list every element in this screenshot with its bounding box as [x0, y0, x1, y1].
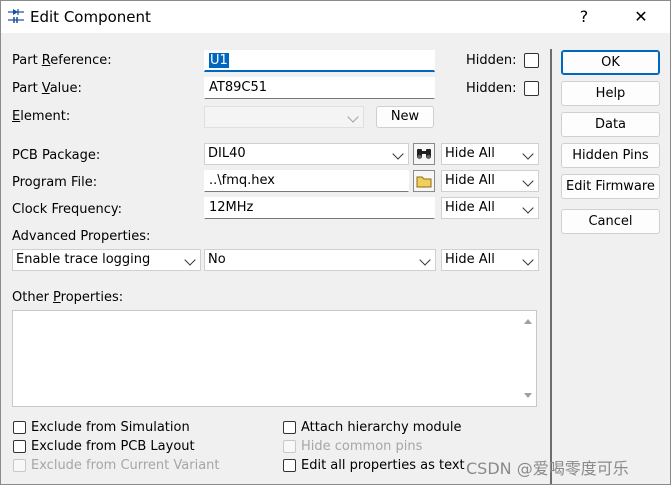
chevron-down-icon [392, 148, 404, 160]
element-label: Element: [12, 109, 71, 124]
chevron-down-icon [522, 148, 534, 160]
program-file-visibility-select[interactable]: Hide All [441, 170, 539, 192]
help-title-button[interactable]: ? [564, 4, 604, 30]
folder-icon[interactable] [413, 170, 435, 192]
other-properties-textarea[interactable] [12, 310, 537, 407]
attach-hierarchy-label: Attach hierarchy module [301, 420, 462, 435]
part-reference-hidden-checkbox[interactable] [524, 53, 539, 68]
vertical-divider [550, 49, 552, 484]
watermark-text: CSDN @爱喝零度可乐 [466, 459, 629, 478]
scroll-up-icon[interactable] [524, 319, 532, 324]
part-value-input[interactable]: AT89C51 [204, 77, 435, 99]
program-file-label: Program File: [12, 175, 98, 190]
scroll-down-icon[interactable] [524, 393, 532, 398]
help-button[interactable]: Help [561, 81, 660, 106]
program-file-input[interactable]: ..\fmq.hex [204, 170, 409, 192]
exclude-simulation-label: Exclude from Simulation [31, 420, 190, 435]
advanced-properties-label: Advanced Properties: [12, 229, 151, 244]
clock-frequency-visibility-select[interactable]: Hide All [441, 197, 539, 219]
hide-common-pins-checkbox[interactable] [283, 440, 296, 453]
edit-component-dialog: Edit Component ? ✕ Part Reference: U1 Hi… [0, 0, 671, 485]
other-properties-label: Other Properties: [12, 290, 124, 305]
edit-all-text-label: Edit all properties as text [301, 458, 465, 473]
hide-common-pins-label: Hide common pins [301, 439, 423, 454]
part-value-label: Part Value: [12, 81, 82, 96]
element-select[interactable] [204, 106, 364, 128]
hidden-pins-button[interactable]: Hidden Pins [561, 143, 660, 168]
edit-firmware-button[interactable]: Edit Firmware [561, 174, 660, 199]
chevron-down-icon [184, 254, 196, 266]
new-element-button[interactable]: New [376, 106, 434, 128]
data-button[interactable]: Data [561, 112, 660, 137]
pcb-package-select[interactable]: DIL40 [204, 143, 409, 165]
chevron-down-icon [522, 175, 534, 187]
window-title: Edit Component [30, 8, 151, 26]
part-reference-input[interactable]: U1 [204, 50, 435, 72]
binoculars-icon[interactable] [413, 143, 435, 165]
part-value-hidden-label: Hidden: [466, 81, 517, 96]
part-value-hidden-checkbox[interactable] [524, 81, 539, 96]
cancel-button[interactable]: Cancel [561, 209, 660, 234]
pcb-package-visibility-select[interactable]: Hide All [441, 143, 539, 165]
part-reference-label: Part Reference: [12, 53, 112, 68]
title-bar: Edit Component ? ✕ [1, 1, 670, 33]
chevron-down-icon [419, 254, 431, 266]
exclude-pcb-checkbox[interactable] [13, 440, 26, 453]
advanced-value-select[interactable]: No [204, 249, 436, 271]
close-button[interactable]: ✕ [621, 4, 661, 30]
advanced-visibility-select[interactable]: Hide All [441, 249, 539, 271]
ok-button[interactable]: OK [561, 50, 660, 75]
advanced-property-select[interactable]: Enable trace logging [12, 249, 201, 271]
vertical-scrollbar[interactable] [520, 312, 535, 405]
chevron-down-icon [522, 202, 534, 214]
attach-hierarchy-checkbox[interactable] [283, 421, 296, 434]
component-icon [8, 9, 24, 23]
part-reference-hidden-label: Hidden: [466, 53, 517, 68]
pcb-package-label: PCB Package: [12, 148, 101, 163]
exclude-simulation-checkbox[interactable] [13, 421, 26, 434]
clock-frequency-label: Clock Frequency: [12, 202, 123, 217]
exclude-pcb-label: Exclude from PCB Layout [31, 439, 195, 454]
chevron-down-icon [522, 254, 534, 266]
exclude-variant-label: Exclude from Current Variant [31, 458, 220, 473]
exclude-variant-checkbox[interactable] [13, 459, 26, 472]
edit-all-text-checkbox[interactable] [283, 459, 296, 472]
chevron-down-icon [347, 111, 359, 123]
clock-frequency-input[interactable]: 12MHz [204, 197, 435, 219]
